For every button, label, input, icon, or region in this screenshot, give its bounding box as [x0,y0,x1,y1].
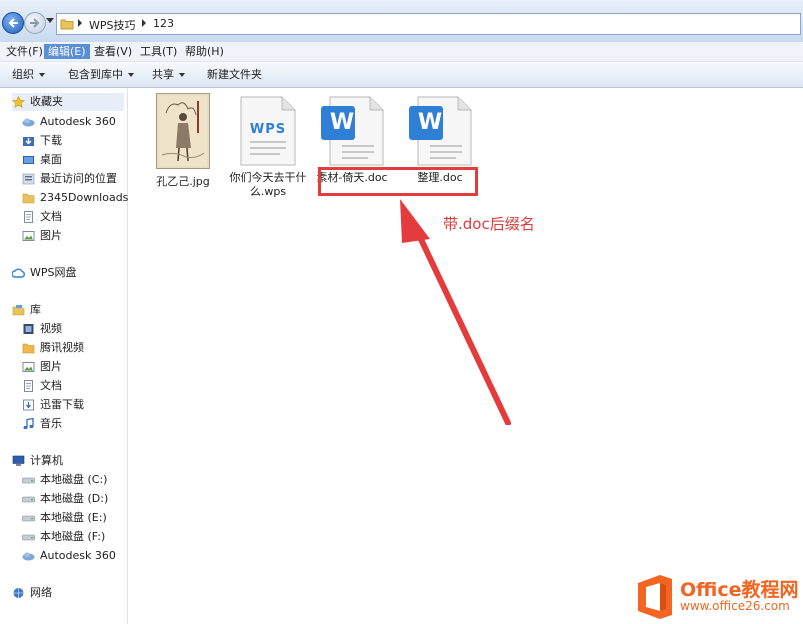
sidebar-item-label: 本地磁盘 (D:) [40,492,109,505]
menu-view[interactable]: 查看(V) [90,44,136,59]
sidebar-item-label: 2345Downloads [40,191,129,204]
history-dropdown-icon[interactable] [46,18,54,24]
sidebar-item-label: 桌面 [40,153,62,166]
sidebar-item-label: 最近访问的位置 [40,172,117,185]
desktop-icon [23,156,34,164]
menu-edit[interactable]: 编辑(E) [44,44,90,59]
menu-help[interactable]: 帮助(H) [181,44,228,59]
picture-icon [22,231,35,241]
annotation-text: 带.doc后缀名 [443,215,535,233]
file-item-kongyiji-jpg[interactable]: 孔乙己.jpg [145,93,221,189]
computer-icon [12,455,25,466]
folder-icon [60,19,74,30]
cloud-icon [22,552,35,561]
arrow-right-icon [30,18,40,28]
include-in-library-label: 包含到库中 [68,68,123,81]
cloud-icon [12,268,25,278]
share-label: 共享 [152,68,174,81]
sidebar-item-label: 文档 [40,379,62,392]
picture-icon [22,362,35,372]
library-icon [12,305,25,316]
sidebar-favorites[interactable]: 收藏夹 [12,93,124,111]
cloud-icon [22,118,35,127]
chevron-right-icon[interactable] [77,19,83,27]
wps-icon-text: WPS [249,122,287,137]
recent-places-icon [22,173,35,185]
hard-drive-icon [22,515,35,522]
highlight-box [318,167,478,196]
file-name: 孔乙己.jpg [156,175,210,188]
office-logo-icon [638,575,672,619]
navigation-pane: 收藏夹 Autodesk 360 下载 桌面 最近访问的位置 2345Downl… [0,88,128,624]
music-note-icon [23,418,34,430]
organize-label: 组织 [12,68,34,81]
sidebar-item-label: 下载 [40,134,62,147]
new-folder-button[interactable]: 新建文件夹 [207,67,262,82]
address-bar: WPS技巧 123 [0,0,803,43]
menu-bar: 文件(F) 编辑(E) 查看(V) 工具(T) 帮助(H) [0,42,803,62]
command-toolbar: 组织 包含到库中 共享 新建文件夹 [0,62,803,88]
file-name-line-2: 么.wps [249,185,287,198]
back-button[interactable] [2,12,24,34]
sidebar-item-label: 迅雷下载 [40,398,84,411]
menu-file[interactable]: 文件(F) [2,44,47,59]
arrow-left-icon [8,18,18,28]
sidebar-favorites-label: 收藏夹 [30,95,63,108]
brand-name: Office教程网 [680,579,799,601]
sidebar-item-label: 音乐 [40,417,62,430]
sidebar-item-label: 文档 [40,210,62,223]
share-button[interactable]: 共享 [152,67,185,82]
sidebar-item-label: 本地磁盘 (F:) [40,530,106,543]
hard-drive-icon [22,477,35,484]
download-folder-icon [23,137,34,146]
image-thumbnail-icon [156,93,210,169]
word-icon-letter: W [329,110,355,135]
document-icon [24,211,33,223]
organize-button[interactable]: 组织 [12,67,45,82]
caret-down-icon [128,73,134,77]
caret-down-icon [39,73,45,77]
sidebar-item-label: 腾讯视频 [40,341,84,354]
file-name-line-1: 你们今天去干什 [229,171,307,184]
star-icon [12,96,25,108]
file-item-wps[interactable]: WPS 你们今天去干什 么.wps [228,96,308,199]
download-folder-icon [23,399,34,411]
sidebar-item-label: 图片 [40,360,62,373]
hard-drive-icon [22,496,35,503]
sidebar-item-label: 视频 [40,322,62,335]
sidebar-item-label: 本地磁盘 (C:) [40,473,108,486]
sidebar-network-label: 网络 [30,586,52,599]
sidebar-wps-cloud-label: WPS网盘 [30,266,77,279]
document-icon [24,380,33,392]
caret-down-icon [179,73,185,77]
sidebar-computer-label: 计算机 [30,454,63,467]
video-icon [23,324,34,334]
network-icon [13,588,24,598]
sidebar-item-label: 本地磁盘 (E:) [40,511,107,524]
address-box[interactable]: WPS技巧 123 [56,13,801,35]
sidebar-libraries-label: 库 [30,303,41,316]
include-in-library-button[interactable]: 包含到库中 [68,67,134,82]
hard-drive-icon [22,534,35,541]
folder-icon [22,343,35,354]
sidebar-item-label: 图片 [40,229,62,242]
forward-button[interactable] [24,12,46,34]
chevron-right-icon[interactable] [141,19,147,27]
breadcrumb-123[interactable]: 123 [153,17,174,30]
word-icon-letter: W [417,110,443,135]
brand-url: www.office26.com [680,599,790,613]
sidebar-item-label: Autodesk 360 [40,549,116,562]
menu-tools[interactable]: 工具(T) [136,44,181,59]
folder-icon [22,193,35,204]
sidebar-item-label: Autodesk 360 [40,115,116,128]
breadcrumb-wps-tips[interactable]: WPS技巧 [89,17,136,33]
